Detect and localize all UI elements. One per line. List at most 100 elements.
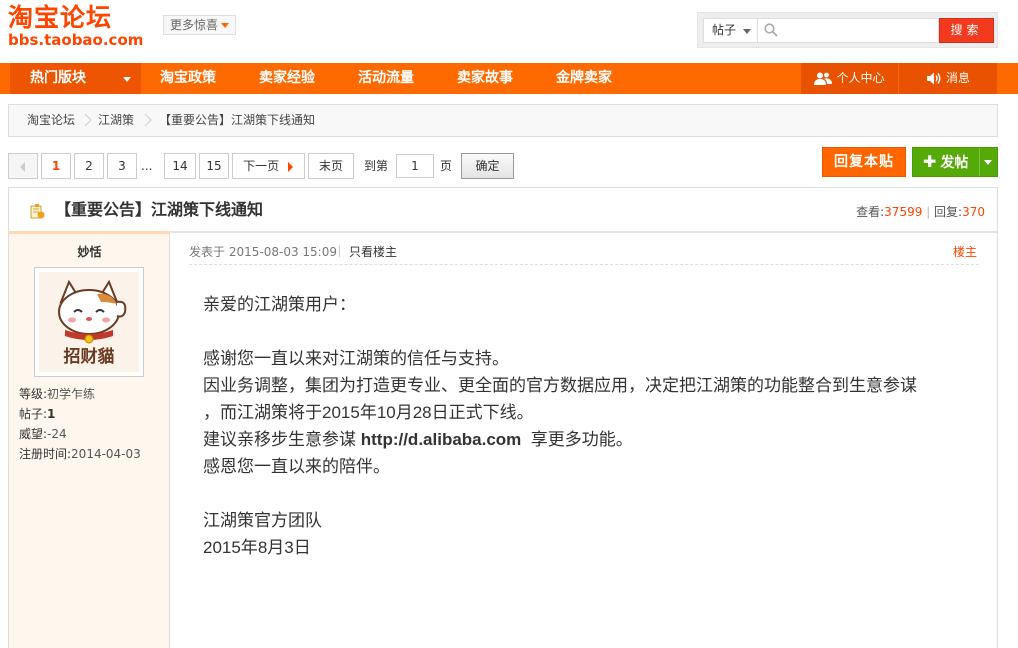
logo-text-en: bbs.taobao.com [8, 31, 144, 49]
author-name[interactable]: 妙恬 [9, 243, 170, 260]
site-header: 淘宝论坛 bbs.taobao.com 更多惊喜 帖子 搜索 [0, 0, 1018, 62]
nav-item-policy[interactable]: 淘宝政策 [160, 63, 216, 94]
page-number-input[interactable]: 1 [396, 154, 434, 178]
last-page-button[interactable]: 末页 [308, 153, 354, 179]
post-content: 亲爱的江湖策用户： 感谢您一直以来对江湖策的信任与支持。 因业务调整，集团为打造… [203, 291, 973, 561]
suggest-text: 建议亲移步生意参谋 [203, 430, 361, 449]
page-button-1[interactable]: 1 [41, 153, 71, 179]
views-label: 查看: [856, 205, 885, 219]
avatar-text: 招财貓 [64, 346, 115, 367]
new-post-dropdown-toggle[interactable] [979, 148, 997, 176]
content-line: 感谢您一直以来对江湖策的信任与支持。 [203, 349, 509, 368]
search-input[interactable] [758, 18, 939, 43]
main-nav: 热门版块 淘宝政策 卖家经验 活动流量 卖家故事 金牌卖家 个人中心 消息 [0, 63, 1018, 94]
reg-label: 注册时间: [19, 447, 72, 461]
author-prestige: 威望:-24 [19, 425, 67, 442]
nav-item-seller-stories[interactable]: 卖家故事 [457, 63, 513, 94]
breadcrumb-item-thread: 【重要公告】江湖策下线通知 [159, 113, 316, 127]
avatar[interactable]: 招财貓 [34, 267, 144, 377]
posts-label: 帖子: [19, 407, 48, 421]
post-date: 2015年8月3日 [203, 538, 311, 557]
next-page-label: 下一页 [243, 159, 280, 173]
author-reg-date: 注册时间:2014-04-03 [19, 445, 141, 462]
post: 妙恬 招财貓 等级:初学乍练 帖子:1 威望:-24 注册时间:2014-04-… [8, 231, 998, 648]
chevron-down-icon [743, 29, 751, 34]
prestige-label: 威望: [19, 427, 48, 441]
suggest-text-tail: 享更多功能。 [521, 430, 633, 449]
thread-header: 【重要公告】江湖策下线通知 查看:37599 | 回复:370 [8, 187, 998, 231]
lucky-cat-avatar: 招财貓 [39, 272, 139, 372]
new-post-button[interactable]: ✚ 发帖 [912, 147, 998, 177]
logo-text-cn: 淘宝论坛 [8, 3, 113, 32]
page-button-15[interactable]: 15 [199, 153, 229, 179]
breadcrumb-item-board[interactable]: 江湖策 [98, 105, 134, 136]
users-icon [814, 72, 833, 85]
chevron-down-icon [984, 160, 992, 165]
post-info-bar: 发表于 2015-08-03 15:09 只看楼主 楼主 [189, 243, 979, 265]
content-line-blank [203, 480, 973, 507]
reg-value: 2014-04-03 [71, 447, 141, 461]
replies-label: 回复: [934, 205, 963, 219]
reply-thread-button[interactable]: 回复本贴 [822, 147, 906, 177]
floor-label: 楼主 [952, 245, 977, 259]
messages-label: 消息 [945, 71, 970, 85]
breadcrumb-item-forum[interactable]: 淘宝论坛 [27, 105, 75, 136]
divider [339, 245, 340, 257]
nav-item-seller-experience[interactable]: 卖家经验 [259, 63, 315, 94]
messages-link[interactable]: 消息 [899, 63, 997, 94]
search-button[interactable]: 搜索 [939, 18, 994, 43]
announcement-icon [30, 204, 45, 219]
author-level: 等级:初学乍练 [19, 385, 95, 402]
pager-ellipsis: ... [141, 159, 153, 173]
only-op-link[interactable]: 只看楼主 [349, 243, 397, 260]
content-line: 亲爱的江湖策用户： [203, 295, 356, 314]
chevron-right-icon [287, 161, 293, 172]
signature: 江湖策官方团队 [203, 511, 322, 530]
search-bar: 帖子 搜索 [697, 12, 998, 48]
nav-hot-sections[interactable]: 热门版块 [10, 63, 141, 94]
nav-item-gold-sellers[interactable]: 金牌卖家 [556, 63, 612, 94]
breadcrumb: 淘宝论坛 江湖策 【重要公告】江湖策下线通知 [8, 104, 998, 137]
nav-hot-label: 热门版块 [30, 70, 86, 86]
search-type-select[interactable]: 帖子 [703, 18, 758, 43]
goto-confirm-button[interactable]: 确定 [461, 153, 514, 179]
views-count: 37599 [884, 205, 923, 219]
chevron-left-icon [20, 161, 25, 172]
page-button-2[interactable]: 2 [74, 153, 104, 179]
content-line: ，而江湖策将于2015年10月28日正式下线。 [203, 403, 534, 422]
next-page-button[interactable]: 下一页 [232, 153, 305, 179]
more-surprises-label: 更多惊喜 [170, 18, 219, 32]
prev-page-button[interactable] [8, 153, 38, 179]
site-logo[interactable]: 淘宝论坛 bbs.taobao.com [8, 4, 150, 50]
posted-at: 2015-08-03 15:09 [228, 245, 337, 259]
search-type-label: 帖子 [712, 23, 737, 37]
page-unit-label: 页 [440, 159, 453, 173]
alibaba-link[interactable]: http://d.alibaba.com [361, 430, 522, 449]
chevron-down-icon [123, 77, 131, 82]
plus-icon: ✚ [923, 152, 937, 171]
new-post-label: 发帖 [940, 155, 969, 171]
content-line-suggest: 建议亲移步生意参谋 http://d.alibaba.com 享更多功能。 [203, 426, 973, 453]
thread-title: 【重要公告】江湖策下线通知 [55, 200, 264, 219]
page-button-14[interactable]: 14 [164, 153, 196, 179]
level-value: 初学乍练 [47, 387, 96, 401]
page-button-3[interactable]: 3 [107, 153, 137, 179]
level-label: 等级: [19, 387, 48, 401]
more-surprises-dropdown[interactable]: 更多惊喜 [163, 15, 236, 35]
posted-label: 发表于 [189, 245, 226, 259]
prestige-value: -24 [47, 427, 67, 441]
thread-stats: 查看:37599 | 回复:370 [856, 205, 985, 219]
personal-center-label: 个人中心 [836, 71, 885, 85]
posts-value: 1 [47, 407, 56, 421]
personal-center-link[interactable]: 个人中心 [801, 63, 898, 94]
replies-count: 370 [962, 205, 985, 219]
speaker-icon [926, 72, 941, 85]
content-line: 感恩您一直以来的陪伴。 [203, 457, 390, 476]
nav-item-activity-traffic[interactable]: 活动流量 [358, 63, 414, 94]
chevron-right-icon [144, 114, 152, 126]
content-line: 因业务调整，集团为打造更专业、更全面的官方数据应用，决定把江湖策的功能整合到生意… [203, 376, 917, 395]
content-line-blank [203, 318, 973, 345]
chevron-down-icon [221, 23, 229, 28]
author-panel-accent [9, 231, 170, 234]
chevron-right-icon [84, 114, 92, 126]
